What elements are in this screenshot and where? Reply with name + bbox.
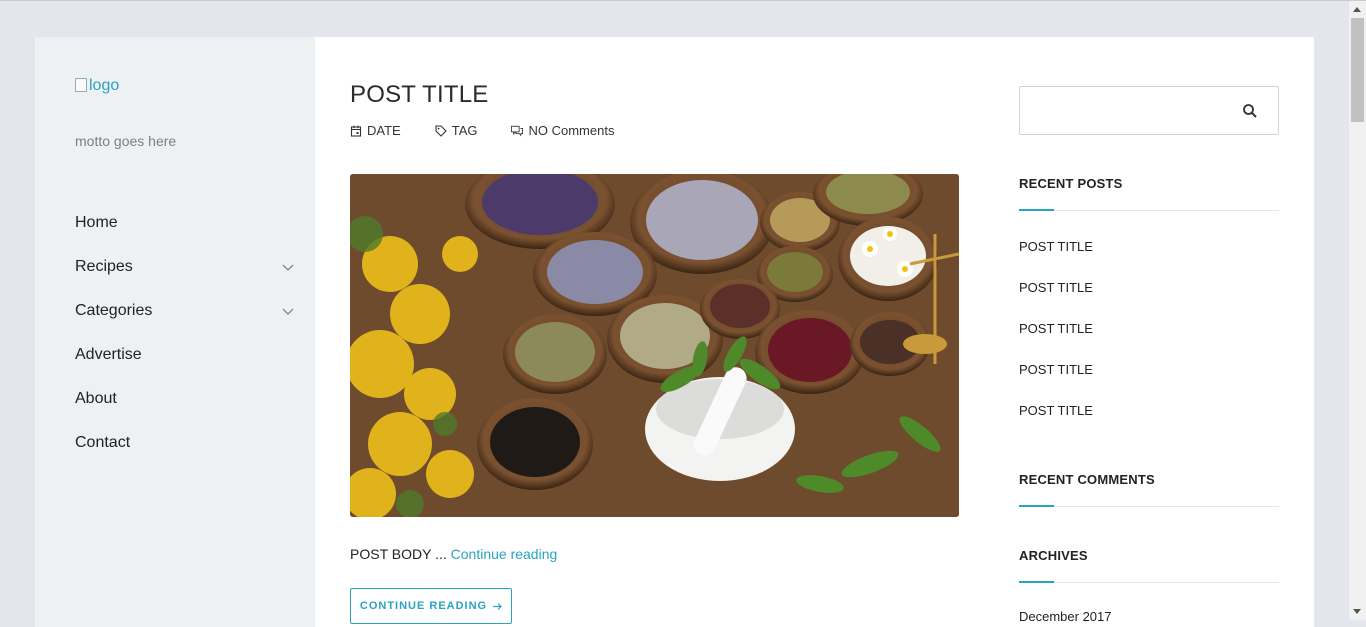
recent-post-link[interactable]: POST TITLE bbox=[1019, 239, 1093, 254]
nav-item-advertise[interactable]: Advertise bbox=[75, 333, 295, 377]
post-date[interactable]: DATE bbox=[350, 123, 401, 138]
page-container: logo motto goes here Home Recipes Catego… bbox=[35, 37, 1314, 627]
search-icon[interactable] bbox=[1242, 103, 1258, 119]
scrollbar-thumb[interactable] bbox=[1351, 18, 1364, 122]
nav-item-label: Home bbox=[75, 214, 118, 231]
nav-item-label: Recipes bbox=[75, 258, 133, 275]
nav-item-recipes[interactable]: Recipes bbox=[75, 245, 295, 289]
recent-post-link[interactable]: POST TITLE bbox=[1019, 321, 1093, 336]
continue-reading-button-label: CONTINUE READING bbox=[359, 600, 488, 612]
post-comments[interactable]: NO Comments bbox=[511, 123, 614, 138]
archives-title: ARCHIVES bbox=[1019, 548, 1088, 563]
nav-item-label: About bbox=[75, 390, 117, 407]
tag-icon bbox=[435, 124, 447, 137]
post-meta: DATE TAG NO Comments bbox=[350, 123, 614, 138]
recent-post-link[interactable]: POST TITLE bbox=[1019, 362, 1093, 377]
chevron-down-icon[interactable] bbox=[281, 260, 295, 274]
nav-item-label: Advertise bbox=[75, 346, 142, 363]
post-excerpt: POST BODY ... Continue reading bbox=[350, 546, 557, 562]
post-featured-image[interactable] bbox=[350, 174, 959, 517]
continue-reading-link[interactable]: Continue reading bbox=[451, 546, 558, 562]
search-input[interactable] bbox=[1020, 87, 1250, 132]
comments-icon bbox=[511, 125, 524, 136]
chevron-down-icon[interactable] bbox=[281, 304, 295, 318]
recent-comments-title: RECENT COMMENTS bbox=[1019, 472, 1155, 487]
page-scrollbar[interactable] bbox=[1349, 1, 1366, 620]
recent-post-link[interactable]: POST TITLE bbox=[1019, 280, 1093, 295]
archives-divider bbox=[1019, 581, 1279, 583]
nav-item-contact[interactable]: Contact bbox=[75, 421, 295, 465]
main-nav: Home Recipes Categories Advertise About … bbox=[75, 201, 295, 465]
site-logo[interactable]: logo bbox=[75, 77, 119, 95]
recent-posts-title: RECENT POSTS bbox=[1019, 176, 1123, 191]
recent-post-link[interactable]: POST TITLE bbox=[1019, 403, 1093, 418]
scroll-down-icon[interactable] bbox=[1353, 609, 1361, 614]
post-date-label: DATE bbox=[367, 123, 401, 138]
recent-comments-divider bbox=[1019, 505, 1279, 507]
nav-item-label: Contact bbox=[75, 434, 131, 451]
left-sidebar: logo motto goes here Home Recipes Catego… bbox=[35, 37, 315, 627]
post-comments-label: NO Comments bbox=[528, 123, 615, 138]
search-box bbox=[1019, 86, 1279, 135]
recent-posts-divider bbox=[1019, 209, 1279, 211]
nav-item-home[interactable]: Home bbox=[75, 201, 295, 245]
nav-item-about[interactable]: About bbox=[75, 377, 295, 421]
logo-alt-text: logo bbox=[89, 77, 120, 94]
calendar-icon bbox=[350, 125, 362, 137]
post-tag-label: TAG bbox=[451, 123, 478, 138]
scroll-up-icon[interactable] bbox=[1353, 7, 1361, 12]
arrow-right-icon bbox=[493, 602, 502, 610]
archive-link[interactable]: December 2017 bbox=[1019, 609, 1112, 624]
nav-item-categories[interactable]: Categories bbox=[75, 289, 295, 333]
post-tag[interactable]: TAG bbox=[435, 123, 478, 138]
site-motto: motto goes here bbox=[75, 133, 177, 149]
post-title[interactable]: POST TITLE bbox=[350, 81, 489, 109]
herbs-image bbox=[350, 174, 959, 517]
post-body: POST BODY ... bbox=[350, 546, 447, 562]
nav-item-label: Categories bbox=[75, 302, 153, 319]
broken-image-icon bbox=[75, 78, 87, 92]
